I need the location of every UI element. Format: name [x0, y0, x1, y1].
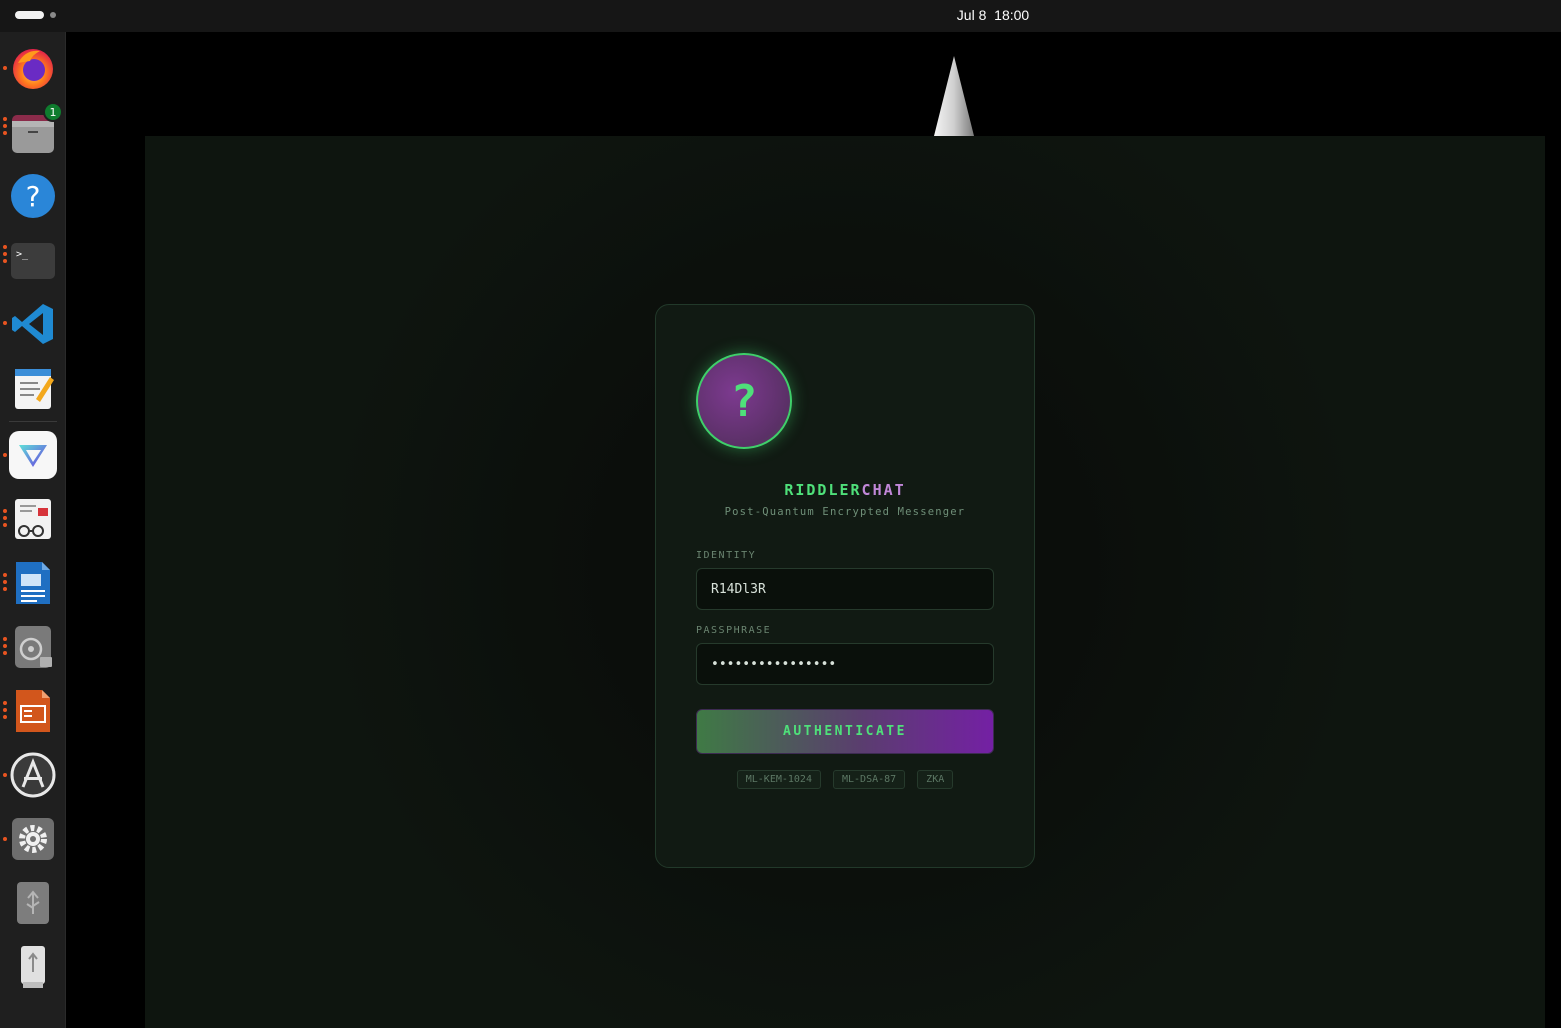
tag-ml-dsa: ML-DSA-87	[832, 770, 906, 789]
riddler-logo-icon: ?	[696, 353, 792, 449]
running-indicator	[3, 509, 7, 527]
running-indicator	[3, 837, 7, 841]
usb-drive-2-icon[interactable]	[9, 943, 57, 991]
authenticate-button[interactable]: AUTHENTICATE	[696, 709, 994, 754]
running-indicator	[3, 701, 7, 719]
document-viewer-icon[interactable]	[9, 495, 57, 543]
running-indicator	[3, 773, 7, 777]
running-indicator	[3, 245, 7, 263]
settings-icon[interactable]	[9, 815, 57, 863]
identity-label: IDENTITY	[696, 550, 757, 561]
files-icon[interactable]: 1	[9, 102, 63, 156]
proton-vpn-icon[interactable]	[9, 431, 57, 479]
running-indicator	[3, 66, 7, 70]
app-title-part2: CHAT	[861, 481, 906, 499]
svg-text:>_: >_	[16, 249, 29, 260]
clock-time: 18:00	[994, 7, 1030, 23]
identity-input[interactable]	[696, 568, 994, 610]
software-updater-icon[interactable]	[9, 751, 57, 799]
tag-ml-kem: ML-KEM-1024	[736, 770, 821, 789]
disk-utility-icon[interactable]	[9, 623, 57, 671]
riddlerchat-window: ? RIDDLERCHAT Post-Quantum Encrypted Mes…	[145, 136, 1545, 1028]
firefox-icon[interactable]	[9, 44, 57, 92]
app-title-part1: RIDDLER	[784, 481, 862, 499]
passphrase-input[interactable]	[696, 643, 994, 685]
clock[interactable]: Jul 8 18:00	[0, 0, 1561, 32]
running-indicator	[3, 453, 7, 457]
app-title: RIDDLERCHAT	[656, 481, 1034, 499]
login-card: ? RIDDLERCHAT Post-Quantum Encrypted Mes…	[655, 304, 1035, 868]
clock-date: Jul 8	[956, 7, 987, 23]
text-editor-icon[interactable]	[9, 364, 57, 412]
running-indicator	[3, 117, 7, 135]
dock-separator	[9, 421, 57, 422]
wallpaper-spire	[934, 56, 974, 136]
libreoffice-writer-icon[interactable]	[9, 559, 57, 607]
running-indicator	[3, 573, 7, 591]
top-bar: Jul 8 18:00	[0, 0, 1561, 32]
dock: 1 ? >_	[0, 32, 66, 1028]
libreoffice-impress-icon[interactable]	[9, 687, 57, 735]
passphrase-label: PASSPHRASE	[696, 625, 772, 636]
crypto-tags: ML-KEM-1024 ML-DSA-87 ZKA	[656, 770, 1034, 789]
running-indicator	[3, 321, 7, 325]
app-subtitle: Post-Quantum Encrypted Messenger	[724, 506, 966, 518]
usb-drive-icon[interactable]	[9, 879, 57, 927]
svg-text:?: ?	[26, 180, 41, 213]
help-icon[interactable]: ?	[9, 172, 57, 220]
tag-zka: ZKA	[917, 770, 954, 789]
notification-badge: 1	[43, 102, 63, 122]
vscode-icon[interactable]	[9, 300, 57, 348]
terminal-icon[interactable]: >_	[9, 236, 57, 284]
running-indicator	[3, 637, 7, 655]
